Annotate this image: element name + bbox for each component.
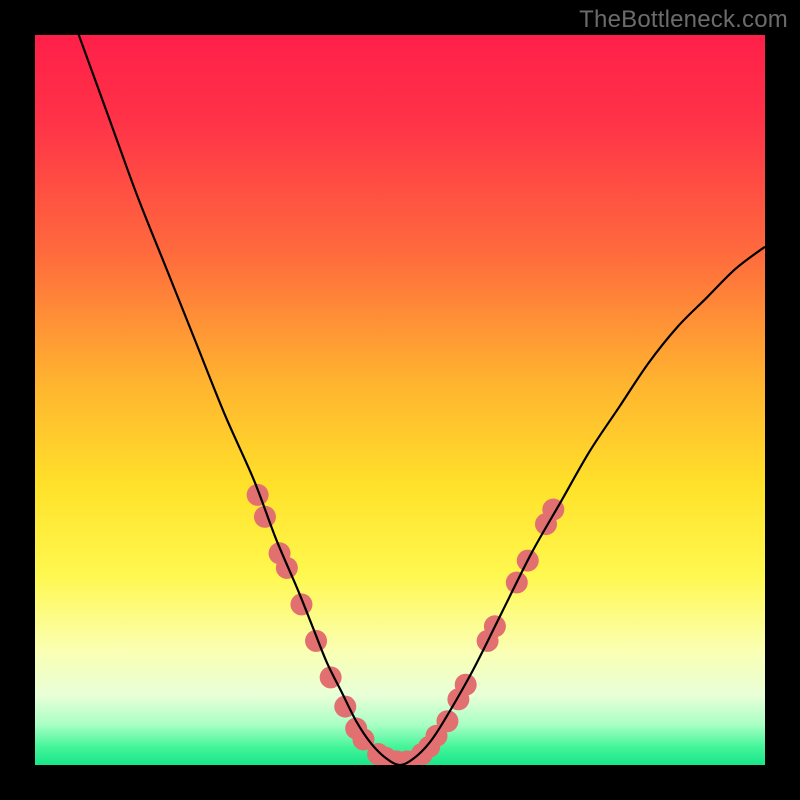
watermark-text: TheBottleneck.com — [579, 6, 788, 34]
chart-frame: TheBottleneck.com — [0, 0, 800, 800]
bottleneck-curve — [79, 35, 765, 765]
data-marker — [276, 557, 298, 579]
plot-area — [35, 35, 765, 765]
curve-layer — [35, 35, 765, 765]
data-markers — [247, 484, 565, 765]
